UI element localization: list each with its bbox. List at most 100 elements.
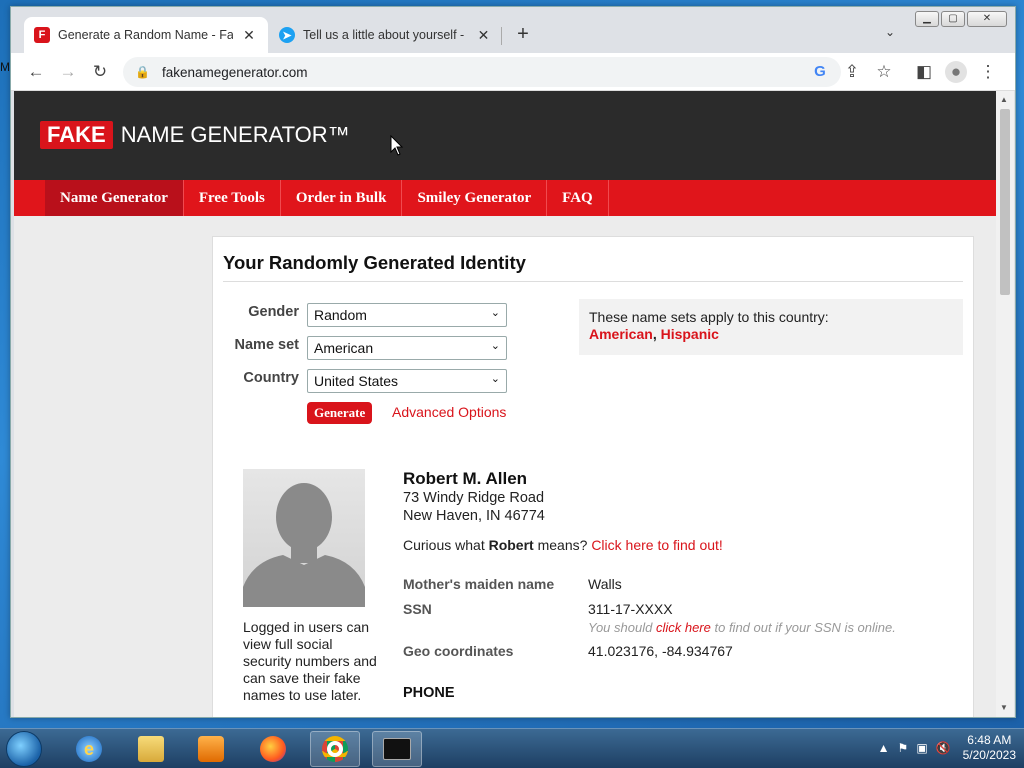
- scroll-up-icon[interactable]: ▲: [1000, 95, 1008, 104]
- chrome-icon: [322, 736, 348, 762]
- title-divider: [223, 281, 963, 282]
- phone-heading: PHONE: [403, 685, 455, 701]
- url-text[interactable]: fakenamegenerator.com: [162, 65, 308, 80]
- browser-window: F Generate a Random Name - Fake ✕ ➤ Tell…: [10, 6, 1016, 718]
- forward-arrow-icon[interactable]: →: [57, 61, 79, 83]
- nameset-select[interactable]: American ⌄: [307, 336, 507, 360]
- tab-strip: F Generate a Random Name - Fake ✕ ➤ Tell…: [11, 7, 1015, 53]
- browser-toolbar: ← → ↻ 🔒 fakenamegenerator.com G ⇪ ☆ ◧ ● …: [11, 53, 1015, 91]
- address-line-1: 73 Windy Ridge Road: [403, 490, 545, 506]
- taskbar-internet-explorer[interactable]: e: [64, 731, 114, 767]
- name-meaning-line: Curious what Robert means? Click here to…: [403, 537, 723, 553]
- minimize-button[interactable]: ▁: [915, 11, 939, 27]
- scroll-down-icon[interactable]: ▼: [1000, 703, 1008, 712]
- favicon-icon: F: [34, 27, 50, 43]
- back-arrow-icon[interactable]: ←: [25, 61, 47, 83]
- new-tab-button[interactable]: +: [511, 23, 535, 46]
- ssn-note: You should click here to find out if you…: [588, 620, 896, 635]
- ssn-value: 311-17-XXXX: [588, 601, 673, 617]
- share-icon[interactable]: ⇪: [841, 61, 863, 83]
- scroll-thumb[interactable]: [1000, 109, 1010, 295]
- gender-select[interactable]: Random ⌄: [307, 303, 507, 327]
- nav-free-tools[interactable]: Free Tools: [184, 180, 281, 216]
- taskbar-firefox[interactable]: [248, 731, 298, 767]
- first-name: Robert: [488, 537, 534, 553]
- side-panel-icon[interactable]: ◧: [913, 61, 935, 83]
- nameset-info-box: These name sets apply to this country: A…: [579, 299, 963, 355]
- gender-label: Gender: [248, 304, 299, 320]
- tab-title: Generate a Random Name - Fake: [58, 28, 233, 42]
- gender-value: Random: [314, 307, 367, 323]
- maximize-button[interactable]: ▢: [941, 11, 965, 27]
- name-meaning-link[interactable]: Click here to find out!: [591, 537, 723, 553]
- site-logo[interactable]: FAKE NAME GENERATOR™: [40, 121, 350, 149]
- taskbar-command-prompt[interactable]: [372, 731, 422, 767]
- google-translate-icon[interactable]: G: [809, 61, 831, 83]
- generate-button[interactable]: Generate: [307, 402, 373, 424]
- geo-coordinates-link[interactable]: 41.023176, -84.934767: [588, 643, 968, 659]
- taskbar-media-player[interactable]: [186, 731, 236, 767]
- nameset-value: American: [314, 340, 374, 356]
- volume-muted-icon[interactable]: 🔇: [936, 741, 951, 755]
- close-window-button[interactable]: ✕: [967, 11, 1007, 27]
- close-tab-icon[interactable]: ✕: [476, 27, 491, 44]
- page-title: Your Randomly Generated Identity: [223, 252, 526, 273]
- command-prompt-icon: [383, 738, 411, 760]
- country-value: United States: [314, 373, 399, 389]
- site-header: FAKE NAME GENERATOR™: [14, 91, 996, 180]
- system-tray: ▲ ⚑ ▣ 🔇 6:48 AM 5/20/2023: [878, 733, 1016, 763]
- firefox-icon: [260, 736, 286, 762]
- nameset-link-hispanic[interactable]: Hispanic: [661, 326, 719, 342]
- lock-icon[interactable]: 🔒: [135, 65, 150, 79]
- nameset-label: Name set: [234, 337, 299, 353]
- clock[interactable]: 6:48 AM 5/20/2023: [963, 733, 1016, 763]
- country-label: Country: [243, 370, 299, 386]
- advanced-options-link[interactable]: Advanced Options: [392, 404, 506, 420]
- main-content: Your Randomly Generated Identity Gender …: [212, 236, 974, 717]
- show-hidden-icons-icon[interactable]: ▲: [878, 741, 890, 755]
- folder-icon: [138, 736, 164, 762]
- address-line-2: New Haven, IN 46774: [403, 508, 545, 524]
- nameset-link-american[interactable]: American: [589, 326, 653, 342]
- windows-start-button[interactable]: [6, 731, 42, 767]
- chevron-down-icon: ⌄: [490, 340, 500, 352]
- network-icon[interactable]: ▣: [916, 741, 927, 755]
- nameset-info-text: These name sets apply to this country:: [589, 309, 829, 325]
- media-player-icon: [198, 736, 224, 762]
- person-silhouette-icon: [243, 483, 365, 607]
- nav-order-in-bulk[interactable]: Order in Bulk: [281, 180, 403, 216]
- nav-faq[interactable]: FAQ: [547, 180, 609, 216]
- chevron-down-icon: ⌄: [490, 307, 500, 319]
- tab-title: Tell us a little about yourself - Blu: [303, 28, 468, 42]
- maiden-name-value: Walls: [588, 576, 622, 592]
- mouse-cursor-icon: [390, 135, 404, 156]
- bookmark-star-icon[interactable]: ☆: [873, 61, 895, 83]
- taskbar-chrome[interactable]: [310, 731, 360, 767]
- action-center-flag-icon[interactable]: ⚑: [898, 741, 909, 755]
- tab-tell-us-about-yourself[interactable]: ➤ Tell us a little about yourself - Blu …: [269, 17, 501, 53]
- clock-time: 6:48 AM: [967, 733, 1012, 747]
- nameset-links: American, Hispanic: [589, 326, 719, 342]
- avatar-silhouette: [243, 469, 365, 607]
- menu-kebab-icon[interactable]: ⋮: [977, 61, 999, 83]
- country-select[interactable]: United States ⌄: [307, 369, 507, 393]
- reload-icon[interactable]: ↻: [89, 61, 111, 83]
- identity-card: Robert M. Allen 73 Windy Ridge Road New …: [403, 469, 963, 553]
- tab-search-button[interactable]: ⌄: [885, 25, 895, 39]
- ssn-label: SSN: [403, 601, 432, 617]
- nav-name-generator[interactable]: Name Generator: [45, 180, 184, 216]
- internet-explorer-icon: e: [76, 736, 102, 762]
- taskbar-file-explorer[interactable]: [126, 731, 176, 767]
- close-tab-icon[interactable]: ✕: [241, 27, 257, 44]
- profile-avatar-icon[interactable]: ●: [945, 61, 967, 83]
- ssn-click-here-link[interactable]: click here: [656, 620, 711, 635]
- nav-smiley-generator[interactable]: Smiley Generator: [402, 180, 548, 216]
- page-scrollbar[interactable]: ▲ ▼: [996, 91, 1014, 717]
- site-nav: Name Generator Free Tools Order in Bulk …: [14, 180, 996, 216]
- window-controls: ▁ ▢ ✕: [915, 11, 1007, 27]
- clock-date: 5/20/2023: [962, 748, 1016, 762]
- address-bar[interactable]: 🔒 fakenamegenerator.com: [123, 57, 841, 87]
- geo-label: Geo coordinates: [403, 643, 514, 659]
- tab-fake-name-generator[interactable]: F Generate a Random Name - Fake ✕: [24, 17, 268, 53]
- logo-fake: FAKE: [40, 121, 113, 149]
